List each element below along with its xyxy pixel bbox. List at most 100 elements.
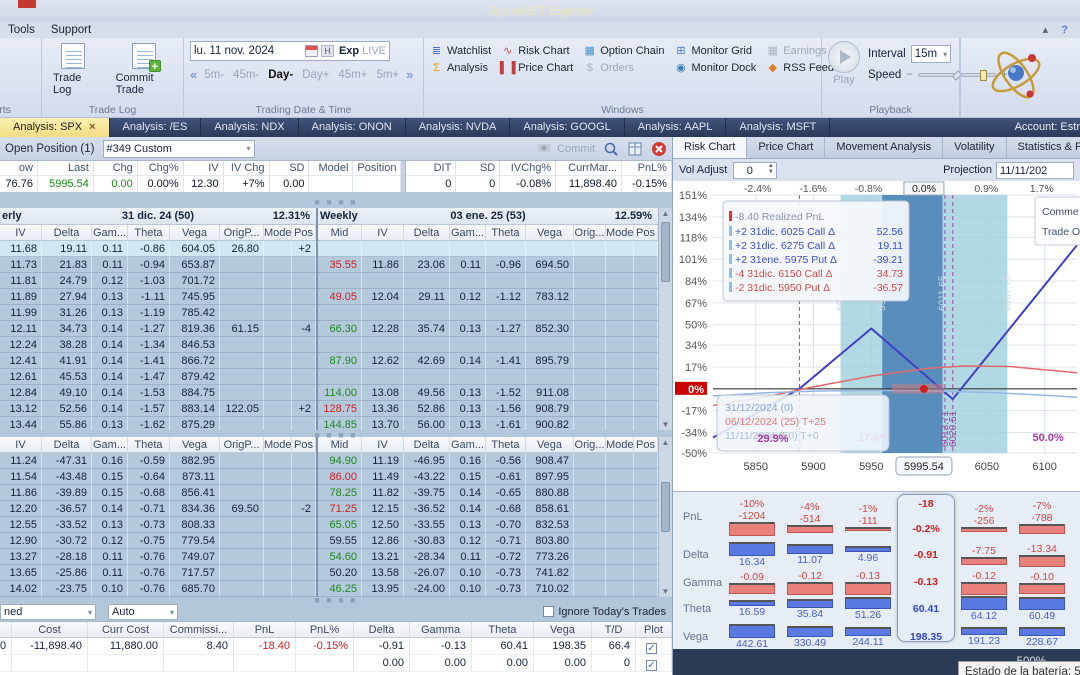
chain-cell[interactable] [526, 305, 574, 321]
chain-cell[interactable] [634, 257, 658, 273]
chain-col-header[interactable]: Vega [170, 225, 220, 241]
chain-cell[interactable] [606, 581, 634, 597]
chain-cell[interactable] [220, 369, 264, 385]
chain-cell[interactable]: 45.53 [42, 369, 92, 385]
chain-cell[interactable] [220, 517, 264, 533]
chain-cell[interactable]: 34.73 [42, 321, 92, 337]
tab-analysis-nvda[interactable]: Analysis: NVDA [406, 118, 511, 137]
chain-cell[interactable]: 0.13 [92, 305, 128, 321]
chain-col-header[interactable]: Delta [404, 437, 450, 453]
chain-cell[interactable] [574, 305, 606, 321]
chain-cell[interactable]: -0.73 [486, 565, 526, 581]
plot-checkbox[interactable]: ✓ [636, 655, 672, 672]
commit-button[interactable]: Commit [537, 141, 595, 157]
chain-cell[interactable] [606, 241, 634, 257]
chain-cell[interactable]: 685.70 [170, 581, 220, 597]
chain-cell[interactable] [264, 549, 292, 565]
chain-col-header[interactable]: Mid [318, 225, 362, 241]
chain-cell[interactable] [362, 305, 404, 321]
chain-cell[interactable]: -2 [292, 501, 316, 517]
chain-cell[interactable]: -0.76 [128, 565, 170, 581]
chain-cell[interactable]: 852.30 [526, 321, 574, 337]
chain-cell[interactable]: 12.55 [0, 517, 42, 533]
chain-cell[interactable]: 42.69 [404, 353, 450, 369]
chain-cell[interactable] [634, 369, 658, 385]
chain-cell[interactable] [264, 453, 292, 469]
chain-cell[interactable]: -1.47 [128, 369, 170, 385]
chain-cell[interactable]: -1.52 [486, 385, 526, 401]
chain-cell[interactable]: -1.03 [128, 273, 170, 289]
chain-cell[interactable]: -0.73 [486, 581, 526, 597]
chain-cell[interactable]: 0.14 [92, 353, 128, 369]
chain-col-header[interactable]: Pos [292, 437, 316, 453]
chain-cell[interactable] [362, 337, 404, 353]
chain-cell[interactable]: 56.00 [404, 417, 450, 430]
chain-cell[interactable]: 94.90 [318, 453, 362, 469]
chain-cell[interactable] [292, 385, 316, 401]
chain-cell[interactable]: -0.64 [128, 469, 170, 485]
chain-cell[interactable]: -1.11 [128, 289, 170, 305]
chain-cell[interactable]: 883.14 [170, 401, 220, 417]
nav-45m-[interactable]: 45m- [233, 69, 259, 81]
chain-cell[interactable]: 14.02 [0, 581, 42, 597]
chain-cell[interactable] [264, 257, 292, 273]
chain-cell[interactable]: -25.86 [42, 565, 92, 581]
chain-cell[interactable] [220, 453, 264, 469]
chain-cell[interactable]: 604.05 [170, 241, 220, 257]
chain-cell[interactable] [634, 241, 658, 257]
chain-cell[interactable]: 0.12 [450, 533, 486, 549]
chain-cell[interactable]: 0.12 [92, 533, 128, 549]
menu-support[interactable]: Support [51, 22, 91, 38]
chain-cell[interactable]: 0.14 [92, 337, 128, 353]
tab-analysis-ndx[interactable]: Analysis: NDX [201, 118, 299, 137]
chain-col-header[interactable]: Vega [526, 437, 574, 453]
chain-cell[interactable] [292, 469, 316, 485]
chain-cell[interactable] [318, 305, 362, 321]
chain-cell[interactable]: 59.55 [318, 533, 362, 549]
chain-cell[interactable]: -43.22 [404, 469, 450, 485]
chain-cell[interactable] [574, 257, 606, 273]
chain-cell[interactable]: 128.75 [318, 401, 362, 417]
chain-cell[interactable]: 13.65 [0, 565, 42, 581]
chain-col-header[interactable]: Gam... [450, 225, 486, 241]
chain-cell[interactable] [220, 305, 264, 321]
chain-cell[interactable] [220, 273, 264, 289]
chain-cell[interactable] [606, 453, 634, 469]
chain-cell[interactable]: 710.02 [526, 581, 574, 597]
chain-cell[interactable] [264, 533, 292, 549]
chain-col-header[interactable]: Theta [486, 437, 526, 453]
close-position-icon[interactable] [651, 141, 667, 157]
chain-cell[interactable]: -1.61 [486, 417, 526, 430]
chain-cell[interactable] [404, 369, 450, 385]
chain-cell[interactable] [292, 337, 316, 353]
chain-cell[interactable] [634, 417, 658, 430]
chain-cell[interactable] [264, 581, 292, 597]
chain-cell[interactable] [318, 369, 362, 385]
chain-cell[interactable]: 49.05 [318, 289, 362, 305]
chain-cell[interactable]: 0.15 [450, 469, 486, 485]
chain-cell[interactable] [292, 581, 316, 597]
chain-cell[interactable]: 900.82 [526, 417, 574, 430]
chain-cell[interactable] [606, 353, 634, 369]
chain-cell[interactable] [634, 501, 658, 517]
chain-cell[interactable]: -0.73 [128, 517, 170, 533]
chain-cell[interactable] [264, 469, 292, 485]
chain-cell[interactable]: -0.68 [486, 501, 526, 517]
chain-cell[interactable] [362, 369, 404, 385]
chain-cell[interactable]: -24.00 [404, 581, 450, 597]
chain-cell[interactable]: 12.62 [362, 353, 404, 369]
chain-cell[interactable]: 13.21 [362, 549, 404, 565]
chain-cell[interactable]: 35.55 [318, 257, 362, 273]
chain-cell[interactable]: 0.14 [92, 369, 128, 385]
chain-cell[interactable]: 12.50 [362, 517, 404, 533]
chain-cell[interactable]: 11.73 [0, 257, 42, 273]
chain-cell[interactable] [606, 501, 634, 517]
calendar-icon[interactable] [304, 45, 318, 57]
chain-cell[interactable] [526, 369, 574, 385]
chain-cell[interactable]: 38.28 [42, 337, 92, 353]
chain-cell[interactable]: 12.41 [0, 353, 42, 369]
chain-cell[interactable] [362, 241, 404, 257]
plot-checkbox[interactable]: ✓ [636, 638, 672, 655]
chain-cell[interactable] [264, 385, 292, 401]
chain-cell[interactable] [606, 321, 634, 337]
